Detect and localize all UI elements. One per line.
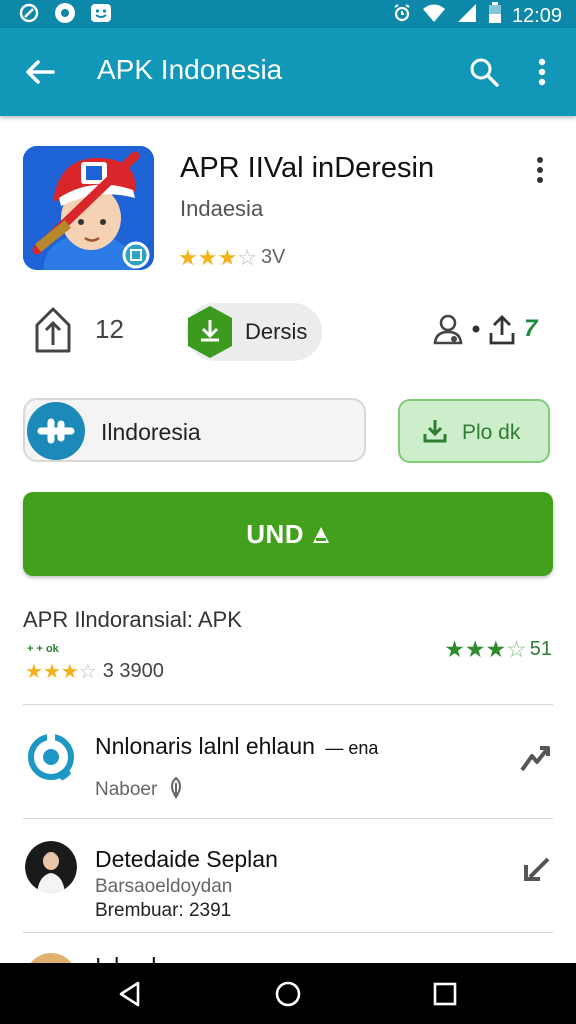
shield-icon <box>188 306 232 358</box>
star-icon: ★ <box>42 660 61 683</box>
star-icon: ★ <box>178 244 198 270</box>
list-item-title: Nnlonaris lalnl ehlaun — ena <box>95 733 379 759</box>
leaf-icon <box>170 776 181 799</box>
language-label: Ilndoresia <box>101 419 201 445</box>
wifi-icon <box>422 3 446 29</box>
rating-text: 3V <box>260 246 286 268</box>
more-vert-icon <box>538 58 546 86</box>
list-item-action-button[interactable] <box>512 848 558 894</box>
search-icon <box>470 58 499 87</box>
section-rating: ★ ★ ★ ☆ 3 3900 <box>25 660 164 683</box>
star-outline-icon: ☆ <box>78 660 97 683</box>
section-tag: + + ok <box>27 643 59 655</box>
record-icon <box>54 2 76 24</box>
category-chip[interactable]: Dersis <box>186 303 322 361</box>
language-button[interactable]: Ilndoresia <box>23 398 366 462</box>
list-item-title: I..l.....l <box>95 953 156 963</box>
avatar <box>25 841 77 893</box>
list-item-action-button[interactable] <box>512 735 558 781</box>
section-rating-text: 3 3900 <box>102 660 164 682</box>
stat-count: 12 <box>95 313 124 344</box>
download-option-button[interactable]: Plo dk <box>398 399 550 463</box>
back-button[interactable] <box>18 50 62 94</box>
star-icon: ★ <box>444 636 465 662</box>
section-rating-green-text: 51 <box>529 638 552 660</box>
trending-icon <box>520 746 550 772</box>
arrow-back-icon <box>26 60 55 84</box>
download-option-label: Plo dk <box>462 421 521 444</box>
alarm-icon <box>392 3 412 29</box>
app-icon[interactable] <box>23 146 154 270</box>
signal-icon <box>456 3 478 29</box>
share-count: 7 <box>524 315 538 342</box>
app-rating: ★ ★ ★ ☆ 3V <box>178 246 285 269</box>
nav-back-button[interactable] <box>105 971 155 1017</box>
triangle-back-icon <box>119 981 140 1007</box>
upload-stat: 12 <box>33 305 124 353</box>
warning-triangle-icon <box>312 527 329 543</box>
list-item[interactable]: Nnlonaris lalnl ehlaun — ena Naboer <box>0 705 576 819</box>
list-item-meta: Brembuar: 2391 <box>95 900 232 921</box>
install-label: UND <box>246 519 305 549</box>
app-title: APR IIVal inDeresin <box>180 152 435 184</box>
nav-home-button[interactable] <box>263 971 313 1017</box>
list-item-subtitle: Naboer <box>95 776 185 801</box>
star-outline-icon: ☆ <box>237 244 257 270</box>
star-icon: ★ <box>217 244 238 270</box>
circle-home-icon <box>275 981 301 1007</box>
smiley-icon <box>90 2 112 24</box>
star-icon: ★ <box>464 636 486 662</box>
search-button[interactable] <box>462 50 506 94</box>
status-time: 12:09 <box>511 4 562 27</box>
star-icon: ★ <box>485 636 507 662</box>
nav-recents-button[interactable] <box>420 971 470 1017</box>
avatar <box>25 953 77 963</box>
trending-down-icon <box>524 857 550 881</box>
compass-icon <box>18 2 40 24</box>
dot-icon <box>472 325 480 333</box>
list-item-subtitle: Barsaoeldoydan <box>95 876 233 897</box>
app-developer[interactable]: Indaesia <box>180 196 263 222</box>
share-stat[interactable]: 7 <box>432 313 537 345</box>
more-vert-icon <box>537 157 543 183</box>
install-button[interactable]: UND <box>23 492 553 576</box>
person-icon <box>433 314 463 345</box>
sync-icon <box>28 733 74 781</box>
system-nav-bar <box>0 963 576 1024</box>
language-icon <box>27 402 85 460</box>
download-icon <box>423 420 447 443</box>
category-label: Dersis <box>245 319 308 344</box>
overflow-menu-button[interactable] <box>520 50 564 94</box>
app-bar-title: APK Indonesia <box>97 54 283 85</box>
app-bar: APK Indonesia <box>0 28 576 116</box>
square-recents-icon <box>433 982 457 1006</box>
list-item[interactable]: I..l.....l <box>0 933 576 963</box>
section-rating-green: ★ ★ ★ ☆ 51 <box>444 638 552 661</box>
star-icon: ★ <box>60 660 79 683</box>
list-item-title: Detedaide Seplan <box>95 846 278 872</box>
section-title: APR Ilndoransial: APK <box>23 607 242 632</box>
star-outline-icon: ☆ <box>506 636 527 662</box>
star-icon: ★ <box>25 660 43 683</box>
star-icon: ★ <box>197 244 218 270</box>
battery-icon <box>488 2 502 30</box>
list-item[interactable]: Detedaide Seplan Barsaoeldoydan Brembuar… <box>0 819 576 932</box>
app-overflow-button[interactable] <box>520 150 560 190</box>
share-icon <box>489 315 515 345</box>
status-bar: 12:09 <box>0 0 576 28</box>
upload-box-icon <box>35 307 71 353</box>
